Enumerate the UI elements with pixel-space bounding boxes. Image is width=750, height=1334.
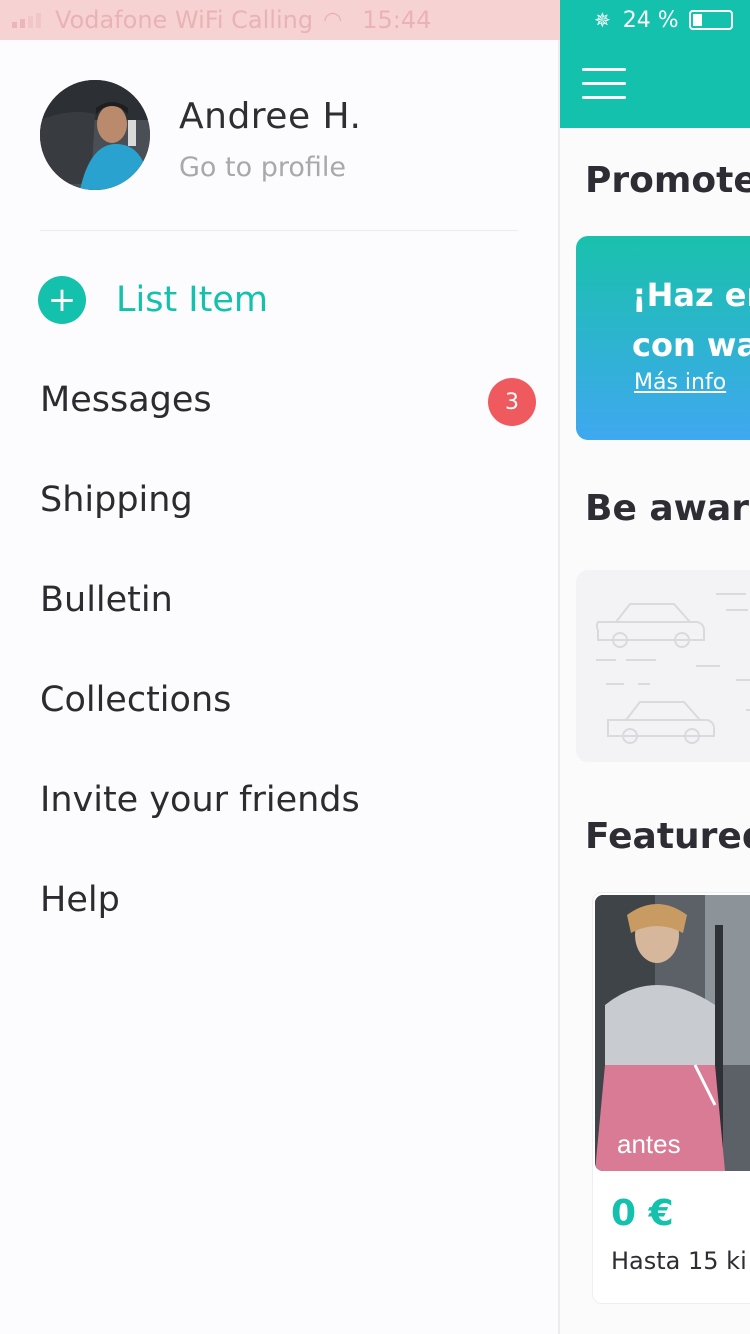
promo-card[interactable]: ¡Haz en con wa Más info bbox=[576, 236, 750, 440]
go-to-profile-link[interactable]: Go to profile bbox=[179, 152, 346, 183]
car-illustration-icon bbox=[595, 593, 750, 744]
menu-item-label: Collections bbox=[40, 680, 232, 720]
section-title-aware: Be aware bbox=[585, 488, 750, 529]
menu-item-help[interactable]: Help bbox=[0, 850, 558, 950]
menu-item-label: List Item bbox=[116, 280, 268, 320]
promo-text: ¡Haz en con wa bbox=[632, 270, 750, 370]
profile-name: Andree H. bbox=[179, 96, 362, 137]
menu-icon[interactable] bbox=[582, 68, 626, 110]
menu-item-label: Shipping bbox=[40, 480, 193, 520]
profile-header[interactable]: Andree H. Go to profile bbox=[40, 80, 520, 190]
menu-item-label: Help bbox=[40, 880, 120, 920]
menu-item-list-item[interactable]: + List Item bbox=[0, 250, 558, 350]
menu-item-messages[interactable]: Messages 3 bbox=[0, 350, 558, 450]
main-content: ✵ 24 % Promote ¡Haz en con wa Más info B… bbox=[560, 0, 750, 1334]
featured-item-photo: antes bbox=[595, 895, 750, 1171]
app-header: ✵ 24 % bbox=[560, 0, 750, 128]
menu-item-invite-friends[interactable]: Invite your friends bbox=[0, 750, 558, 850]
battery-label: 24 % bbox=[622, 7, 679, 33]
section-title-promoted: Promote bbox=[585, 160, 750, 201]
plus-icon: + bbox=[38, 276, 86, 324]
battery-icon bbox=[688, 10, 733, 30]
featured-photo-caption: antes bbox=[617, 1129, 681, 1159]
promo-line-1: ¡Haz en bbox=[632, 276, 750, 314]
menu-item-bulletin[interactable]: Bulletin bbox=[0, 550, 558, 650]
activity-spinner-icon: ✵ bbox=[594, 8, 611, 32]
promo-more-info-link[interactable]: Más info bbox=[634, 370, 726, 395]
status-bar: Vodafone WiFi Calling ◠ 15:44 bbox=[0, 0, 560, 40]
featured-photo-illustration: antes bbox=[595, 895, 750, 1171]
avatar[interactable] bbox=[40, 80, 150, 190]
menu-item-collections[interactable]: Collections bbox=[0, 650, 558, 750]
divider bbox=[40, 230, 518, 231]
menu-item-shipping[interactable]: Shipping bbox=[0, 450, 558, 550]
navigation-drawer: Andree H. Go to profile + List Item Mess… bbox=[0, 40, 558, 1334]
featured-item-description: Hasta 15 ki bbox=[611, 1247, 747, 1275]
menu-item-label: Invite your friends bbox=[40, 780, 360, 820]
messages-count-badge: 3 bbox=[488, 378, 536, 426]
menu-item-label: Messages bbox=[40, 380, 212, 420]
menu-item-label: Bulletin bbox=[40, 580, 173, 620]
avatar-photo bbox=[40, 80, 150, 190]
featured-item-price: 0 € bbox=[611, 1193, 674, 1234]
signal-icon bbox=[12, 12, 41, 28]
carrier-label: Vodafone WiFi Calling bbox=[55, 6, 314, 34]
wifi-icon: ◠ bbox=[323, 7, 343, 33]
aware-card[interactable] bbox=[576, 570, 750, 762]
time-label: 15:44 bbox=[362, 6, 432, 34]
status-bar-right: ✵ 24 % bbox=[560, 0, 750, 40]
promo-line-2: con wa bbox=[632, 326, 750, 364]
featured-item-card[interactable]: antes 0 € Hasta 15 ki bbox=[592, 892, 750, 1304]
section-title-featured: Featured bbox=[585, 816, 750, 857]
drawer-menu: + List Item Messages 3 Shipping Bulletin… bbox=[0, 250, 558, 950]
